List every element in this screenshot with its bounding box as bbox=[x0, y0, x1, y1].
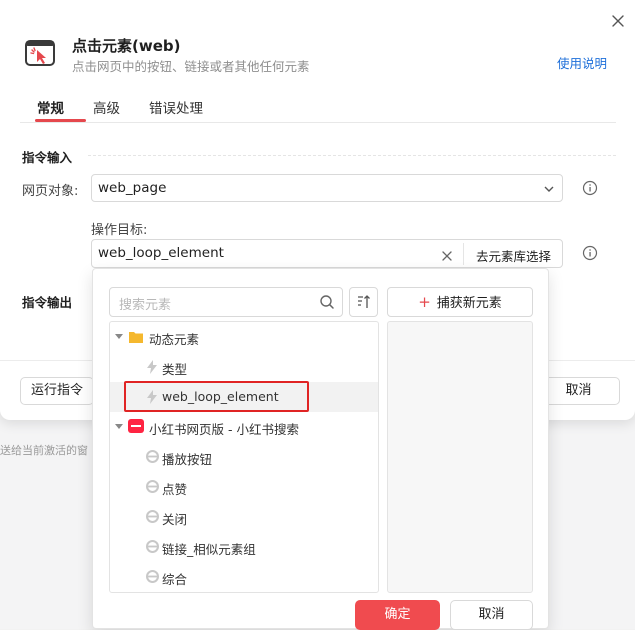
tree-label: 点赞 bbox=[162, 482, 188, 497]
lightning-icon bbox=[146, 390, 158, 407]
dialog-subtitle: 点击网页中的按钮、链接或者其他任何元素 bbox=[72, 59, 310, 74]
tree-label: web_loop_element bbox=[162, 389, 279, 404]
element-preview-pane bbox=[387, 321, 533, 593]
tree-label: 关闭 bbox=[162, 512, 188, 527]
browser-e-icon bbox=[146, 450, 159, 466]
tree-label: 小红书网页版 - 小红书搜索 bbox=[149, 422, 299, 437]
tree-label: 播放按钮 bbox=[162, 452, 213, 467]
divider bbox=[463, 243, 464, 265]
target-label: 操作目标: bbox=[91, 223, 148, 238]
click-cursor-icon bbox=[24, 37, 56, 69]
sort-icon bbox=[358, 295, 370, 308]
capture-button-label: 捕获新元素 bbox=[436, 296, 502, 311]
clear-icon[interactable] bbox=[441, 247, 453, 266]
tree-item[interactable]: 综合 bbox=[110, 562, 378, 592]
browser-e-icon bbox=[146, 510, 159, 526]
tree-item[interactable]: 类型 bbox=[110, 352, 378, 382]
target-input[interactable]: web_loop_element 去元素库选择 bbox=[91, 239, 563, 268]
element-library-button[interactable]: 去元素库选择 bbox=[476, 246, 551, 265]
browser-e-icon bbox=[146, 540, 159, 556]
dialog-title: 点击元素(web) bbox=[72, 37, 181, 55]
tree-item-selected[interactable]: web_loop_element bbox=[110, 382, 378, 412]
xiaohongshu-icon bbox=[128, 419, 144, 436]
capture-new-element-button[interactable]: + 捕获新元素 bbox=[387, 287, 533, 317]
target-value: web_loop_element bbox=[98, 245, 224, 261]
help-link[interactable]: 使用说明 bbox=[557, 53, 607, 72]
tree-item[interactable]: 关闭 bbox=[110, 502, 378, 532]
dropdown-cancel-button[interactable]: 取消 bbox=[450, 600, 533, 630]
plus-icon: + bbox=[418, 293, 431, 311]
tree-folder-dynamic-elements[interactable]: 动态元素 bbox=[110, 322, 378, 352]
caret-down-icon[interactable] bbox=[114, 420, 124, 435]
chevron-down-icon bbox=[542, 181, 556, 200]
caret-down-icon[interactable] bbox=[114, 330, 124, 345]
confirm-button[interactable]: 确定 bbox=[355, 600, 440, 630]
tree-item[interactable]: 播放按钮 bbox=[110, 442, 378, 472]
run-command-button[interactable]: 运行指令 bbox=[20, 377, 94, 405]
browser-e-icon bbox=[146, 570, 159, 586]
tree-label: 链接_相似元素组 bbox=[162, 542, 256, 557]
tree-item[interactable]: 点赞 bbox=[110, 472, 378, 502]
close-icon[interactable] bbox=[607, 10, 629, 32]
search-placeholder: 搜索元素 bbox=[119, 298, 172, 313]
page-object-label: 网页对象: bbox=[22, 184, 79, 199]
info-icon[interactable] bbox=[582, 180, 598, 196]
background-hint-text: 送给当前激活的窗 bbox=[0, 444, 88, 457]
tree-label: 类型 bbox=[162, 362, 188, 377]
cancel-button[interactable]: 取消 bbox=[537, 377, 620, 405]
page-object-value: web_page bbox=[98, 180, 167, 196]
section-divider bbox=[88, 155, 616, 156]
element-picker-dropdown: 搜索元素 + 捕获新元素 动态元素 类型 web_loop_element 小红… bbox=[92, 268, 549, 630]
tree-label: 综合 bbox=[162, 572, 188, 587]
page-object-select[interactable]: web_page bbox=[91, 174, 563, 202]
tree-group-xiaohongshu[interactable]: 小红书网页版 - 小红书搜索 bbox=[110, 412, 378, 442]
tree-label: 动态元素 bbox=[149, 332, 200, 347]
active-tab-indicator bbox=[35, 119, 86, 122]
tab-advanced[interactable]: 高级 bbox=[93, 97, 120, 117]
element-tree: 动态元素 类型 web_loop_element 小红书网页版 - 小红书搜索 bbox=[109, 321, 379, 593]
search-icon[interactable] bbox=[319, 294, 335, 314]
lightning-icon bbox=[146, 360, 158, 377]
tab-general[interactable]: 常规 bbox=[37, 97, 64, 117]
tab-bar: 常规 高级 错误处理 bbox=[20, 95, 616, 123]
browser-e-icon bbox=[146, 480, 159, 496]
info-icon[interactable] bbox=[582, 245, 598, 261]
folder-icon bbox=[128, 330, 144, 347]
tab-error-handling[interactable]: 错误处理 bbox=[149, 97, 203, 117]
input-section-title: 指令输入 bbox=[22, 150, 73, 165]
tree-item[interactable]: 链接_相似元素组 bbox=[110, 532, 378, 562]
sort-button[interactable] bbox=[349, 287, 378, 317]
element-search-input[interactable]: 搜索元素 bbox=[109, 287, 343, 317]
output-section-title: 指令输出 bbox=[22, 295, 73, 310]
